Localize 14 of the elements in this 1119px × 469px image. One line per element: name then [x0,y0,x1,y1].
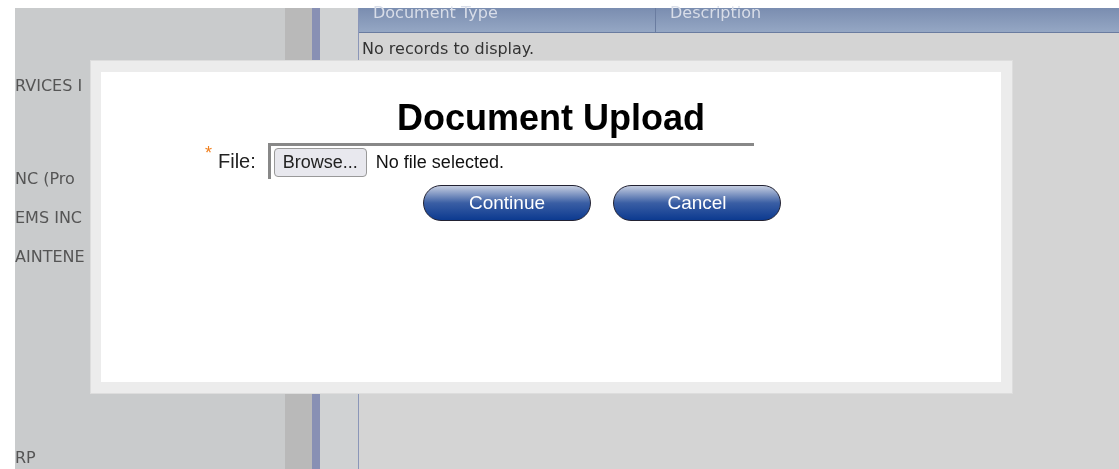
file-status: No file selected. [375,152,504,173]
field-label: File: [218,149,256,173]
sidebar-item[interactable]: RVICES I [15,76,90,96]
file-input[interactable]: Browse... No file selected. [267,143,754,179]
browse-button[interactable]: Browse... [273,148,367,177]
continue-button[interactable]: Continue [423,185,591,221]
cancel-button[interactable]: Cancel [613,185,781,221]
required-mark: * [205,143,212,164]
sidebar-item[interactable]: RP [15,448,90,468]
sidebar-item[interactable]: NC (Pro [15,169,90,189]
empty-message: No records to display. [361,38,536,58]
dialog-title: Document Upload [396,97,706,139]
sidebar-item[interactable]: EMS INC [15,208,90,228]
sidebar-item[interactable]: AINTENE [15,247,90,267]
